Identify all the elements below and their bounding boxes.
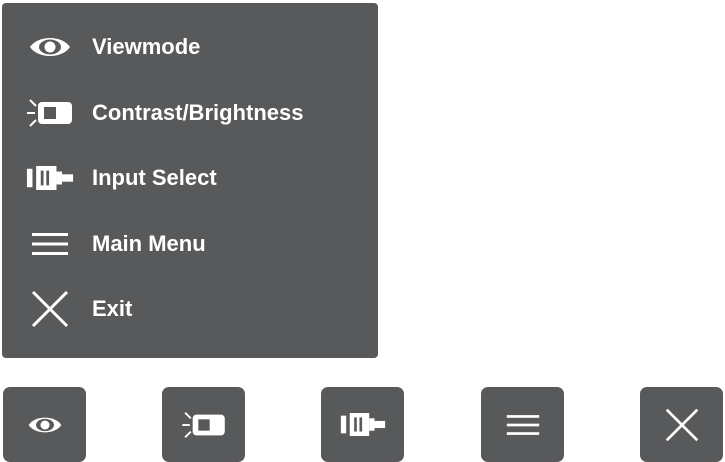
menu-item-viewmode[interactable]: Viewmode — [2, 22, 378, 72]
menu-item-label: Input Select — [92, 165, 217, 190]
menu-item-exit[interactable]: Exit — [2, 284, 378, 334]
menu-item-label: Exit — [92, 296, 133, 321]
exit-key[interactable] — [640, 387, 723, 462]
input-select-icon — [26, 158, 74, 198]
input-select-key[interactable] — [321, 387, 404, 462]
menu-item-label: Viewmode — [92, 34, 201, 59]
menu-item-input-select[interactable]: Input Select — [2, 153, 378, 203]
eye-icon — [26, 27, 74, 67]
input-select-icon — [340, 411, 386, 438]
contrast-brightness-key[interactable] — [162, 387, 245, 462]
brightness-icon — [26, 93, 74, 133]
viewmode-key[interactable] — [3, 387, 86, 462]
menu-item-main-menu[interactable]: Main Menu — [2, 219, 378, 269]
hamburger-menu-icon — [26, 224, 74, 264]
hamburger-menu-icon — [505, 412, 541, 438]
brightness-icon — [181, 408, 227, 442]
close-icon — [26, 289, 74, 329]
close-icon — [664, 407, 700, 443]
osd-quick-menu: Viewmode Contrast/Brightness Input Selec… — [2, 3, 378, 358]
menu-item-label: Contrast/Brightness — [92, 100, 304, 125]
menu-item-contrast-brightness[interactable]: Contrast/Brightness — [2, 88, 378, 138]
menu-item-label: Main Menu — [92, 231, 206, 256]
eye-icon — [27, 414, 63, 436]
main-menu-key[interactable] — [481, 387, 564, 462]
